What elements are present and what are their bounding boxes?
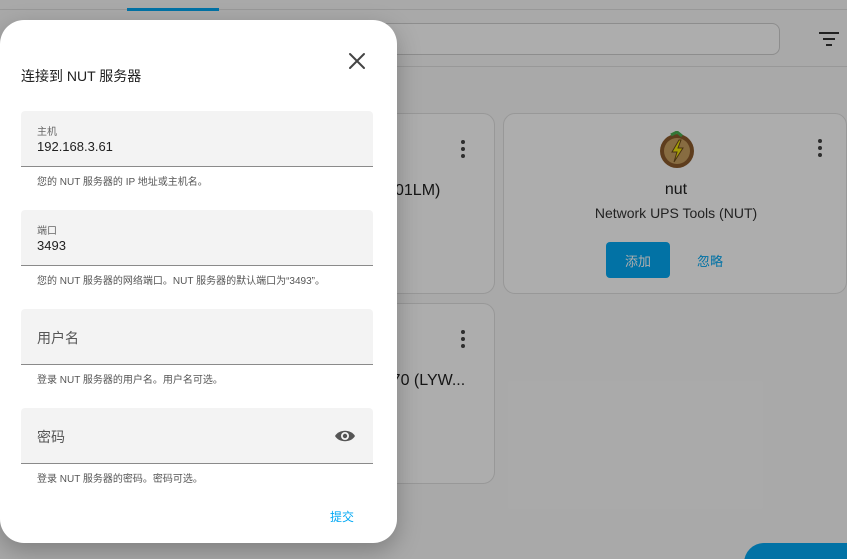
password-label: 密码: [37, 429, 65, 445]
username-field[interactable]: 用户名: [21, 309, 373, 365]
dialog-title: 连接到 NUT 服务器: [21, 68, 142, 84]
host-field[interactable]: 主机: [21, 111, 373, 167]
submit-button[interactable]: 提交: [326, 506, 358, 527]
password-helper: 登录 NUT 服务器的密码。密码可选。: [37, 474, 203, 485]
host-input[interactable]: [37, 139, 337, 154]
visibility-icon[interactable]: [334, 426, 356, 446]
password-field[interactable]: 密码: [21, 408, 373, 464]
username-label: 用户名: [37, 330, 79, 346]
host-helper: 您的 NUT 服务器的 IP 地址或主机名。: [37, 177, 208, 188]
port-label: 端口: [37, 226, 57, 237]
host-label: 主机: [37, 127, 57, 138]
username-helper: 登录 NUT 服务器的用户名。用户名可选。: [37, 375, 223, 386]
port-input[interactable]: [37, 238, 337, 253]
nut-connect-dialog: 连接到 NUT 服务器 主机 您的 NUT 服务器的 IP 地址或主机名。 端口…: [0, 20, 397, 543]
port-field[interactable]: 端口: [21, 210, 373, 266]
close-icon[interactable]: [345, 49, 369, 73]
port-helper: 您的 NUT 服务器的网络端口。NUT 服务器的默认端口为“3493”。: [37, 276, 325, 287]
